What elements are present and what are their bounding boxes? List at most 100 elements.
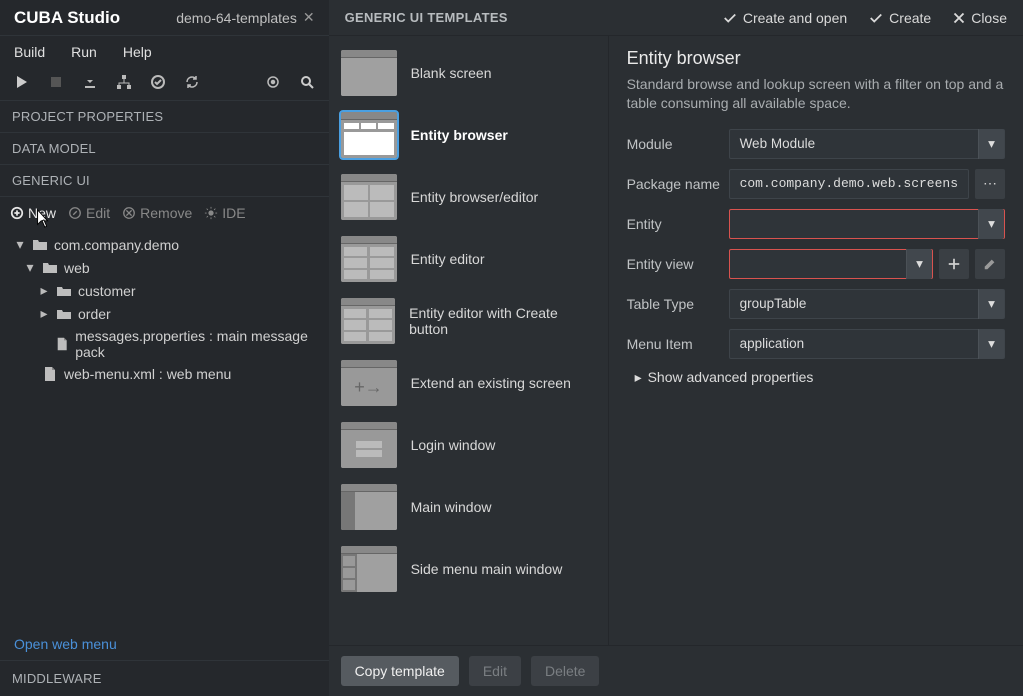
tree-root-label: com.company.demo [54,237,179,253]
plus-icon [947,257,961,271]
entity-view-add-button[interactable] [939,249,969,279]
chevron-down-icon: ▾ [978,129,1004,159]
check-icon[interactable] [150,74,166,90]
delete-template-button: Delete [531,656,599,686]
project-tree: ▾ com.company.demo ▾ web ▸ customer ▸ or… [0,229,329,628]
template-label: Extend an existing screen [411,375,571,391]
form-description: Standard browse and lookup screen with a… [627,75,1005,113]
entity-view-label: Entity view [627,256,721,272]
project-tab[interactable]: demo-64-templates ✕ [176,9,314,26]
new-button[interactable]: New [10,205,56,221]
close-project-icon[interactable]: ✕ [303,9,315,26]
menu-item-select[interactable]: application ▾ [729,329,1005,359]
module-value: Web Module [740,136,816,151]
module-select[interactable]: Web Module ▾ [729,129,1005,159]
package-label: Package name [627,176,721,192]
template-label: Main window [411,499,492,515]
section-project-properties[interactable]: PROJECT PROPERTIES [0,101,329,133]
generic-ui-toolbar: New Edit Remove IDE [0,197,329,229]
search-icon[interactable] [299,74,315,90]
menu-help[interactable]: Help [123,44,152,60]
form-title: Entity browser [627,48,1005,69]
template-thumb [341,112,397,158]
tree-icon[interactable] [116,74,132,90]
app-title: CUBA Studio [14,8,120,28]
play-icon[interactable] [14,74,30,90]
template-label: Side menu main window [411,561,563,577]
chevron-down-icon[interactable]: ▾ [14,236,26,253]
download-icon[interactable] [82,74,98,90]
package-input[interactable]: com.company.demo.web.screens [729,169,969,199]
tree-customer-label: customer [78,283,136,299]
template-item[interactable]: Login window [329,414,608,476]
tree-webmenu[interactable]: web-menu.xml : web menu [10,363,319,385]
section-generic-ui[interactable]: GENERIC UI [0,165,329,197]
refresh-icon[interactable] [184,74,200,90]
toolbar [0,70,329,101]
module-label: Module [627,136,721,152]
table-type-select[interactable]: groupTable ▾ [729,289,1005,319]
ide-label: IDE [222,205,245,221]
template-item[interactable]: Blank screen [329,42,608,104]
entity-view-select[interactable]: ▾ [729,249,933,279]
template-item[interactable]: Entity browser/editor [329,166,608,228]
tree-order[interactable]: ▸ order [10,302,319,325]
chevron-down-icon: ▾ [906,249,932,279]
tree-web[interactable]: ▾ web [10,256,319,279]
template-item[interactable]: +→Extend an existing screen [329,352,608,414]
form-pane: Entity browser Standard browse and looku… [609,36,1023,645]
remove-label: Remove [140,205,192,221]
template-item[interactable]: Entity editor with Create button [329,290,608,352]
template-item[interactable]: Entity editor [329,228,608,290]
target-icon[interactable] [265,74,281,90]
template-label: Entity editor with Create button [409,305,595,337]
package-more-button[interactable]: ⋯ [975,169,1005,199]
menu-item-label: Menu Item [627,336,721,352]
check-icon [723,11,737,25]
sidebar: CUBA Studio demo-64-templates ✕ Build Ru… [0,0,329,696]
section-middleware[interactable]: MIDDLEWARE [0,660,329,696]
entity-view-edit-button[interactable] [975,249,1005,279]
pencil-icon [983,257,997,271]
open-web-menu-link[interactable]: Open web menu [0,628,329,660]
project-name: demo-64-templates [176,10,297,26]
tree-customer[interactable]: ▸ customer [10,279,319,302]
folder-icon [56,306,72,322]
template-item[interactable]: Side menu main window [329,538,608,600]
stop-icon[interactable] [48,74,64,90]
folder-open-icon [42,260,58,276]
chevron-down-icon[interactable]: ▾ [24,259,36,276]
check-icon [869,11,883,25]
template-thumb [341,546,397,592]
create-and-open-button[interactable]: Create and open [723,10,847,26]
chevron-right-icon[interactable]: ▸ [38,305,50,322]
ide-button[interactable]: IDE [204,205,245,221]
template-label: Entity browser [411,127,508,143]
new-label: New [28,205,56,221]
edit-button[interactable]: Edit [68,205,110,221]
template-thumb [341,174,397,220]
package-value: com.company.demo.web.screens [740,176,958,191]
template-item[interactable]: Entity browser [329,104,608,166]
main-title: GENERIC UI TEMPLATES [345,10,508,25]
table-type-label: Table Type [627,296,721,312]
section-data-model[interactable]: DATA MODEL [0,133,329,165]
main-pane: GENERIC UI TEMPLATES Create and open Cre… [329,0,1023,696]
menu-build[interactable]: Build [14,44,45,60]
bottom-bar: Copy template Edit Delete [329,645,1023,696]
template-thumb [341,298,396,344]
close-button[interactable]: Close [953,10,1007,26]
entity-select[interactable]: ▾ [729,209,1005,239]
menu-run[interactable]: Run [71,44,97,60]
tree-messages[interactable]: messages.properties : main message pack [10,325,319,363]
chevron-right-icon[interactable]: ▸ [38,282,50,299]
remove-button[interactable]: Remove [122,205,192,221]
menu-item-value: application [740,336,805,351]
tree-root[interactable]: ▾ com.company.demo [10,233,319,256]
template-item[interactable]: Main window [329,476,608,538]
chevron-right-icon: ▸ [635,369,642,386]
tree-order-label: order [78,306,111,322]
show-advanced-toggle[interactable]: ▸ Show advanced properties [627,369,1005,386]
copy-template-button[interactable]: Copy template [341,656,459,686]
create-button[interactable]: Create [869,10,931,26]
